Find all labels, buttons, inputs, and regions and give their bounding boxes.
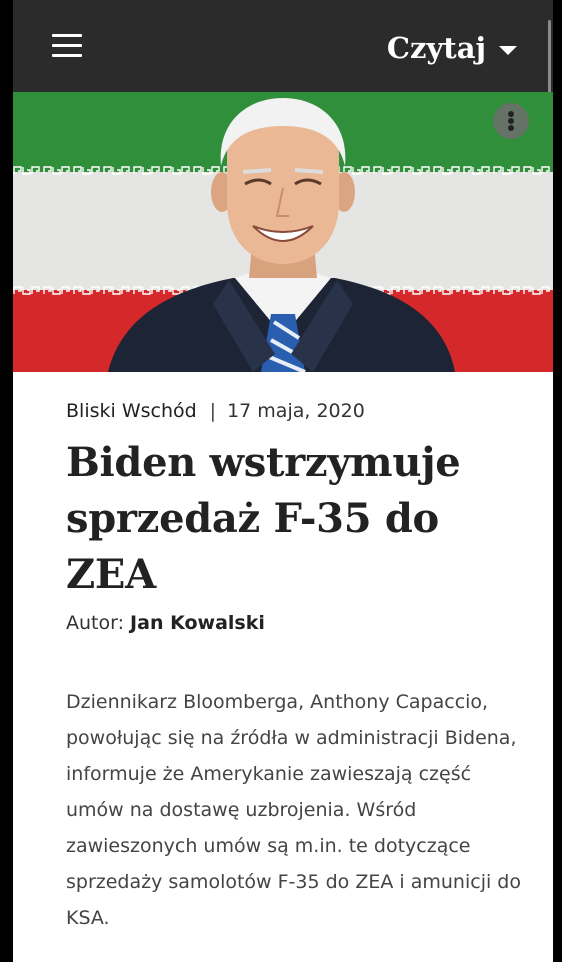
read-dropdown-button[interactable]: Czytaj (387, 28, 517, 68)
article-meta: Bliski Wschód | 17 maja, 2020 (66, 400, 365, 422)
more-options-button[interactable] (493, 103, 529, 139)
hero-image (13, 92, 553, 372)
article-body: Dziennikarz Bloomberga, Anthony Capaccio… (66, 691, 521, 929)
article-title: Biden wstrzymuje sprzedaż F-35 do ZEA (66, 439, 461, 598)
publish-date: 17 maja, 2020 (227, 400, 365, 422)
article-author: Autor: Jan Kowalski (66, 612, 265, 634)
hero-illustration (13, 92, 553, 372)
top-bar: Czytaj (13, 0, 553, 284)
app-frame: Czytaj Bliski Wschód | 17 maja, 2020 Bid… (13, 0, 553, 962)
author-label: Autor: (66, 612, 124, 634)
author-name[interactable]: Jan Kowalski (130, 612, 265, 634)
read-dropdown-label: Czytaj (386, 31, 486, 65)
caret-down-icon (499, 45, 517, 55)
category-link[interactable]: Bliski Wschód (66, 400, 197, 422)
hamburger-menu-icon[interactable] (52, 34, 82, 58)
meta-separator: | (209, 400, 217, 422)
